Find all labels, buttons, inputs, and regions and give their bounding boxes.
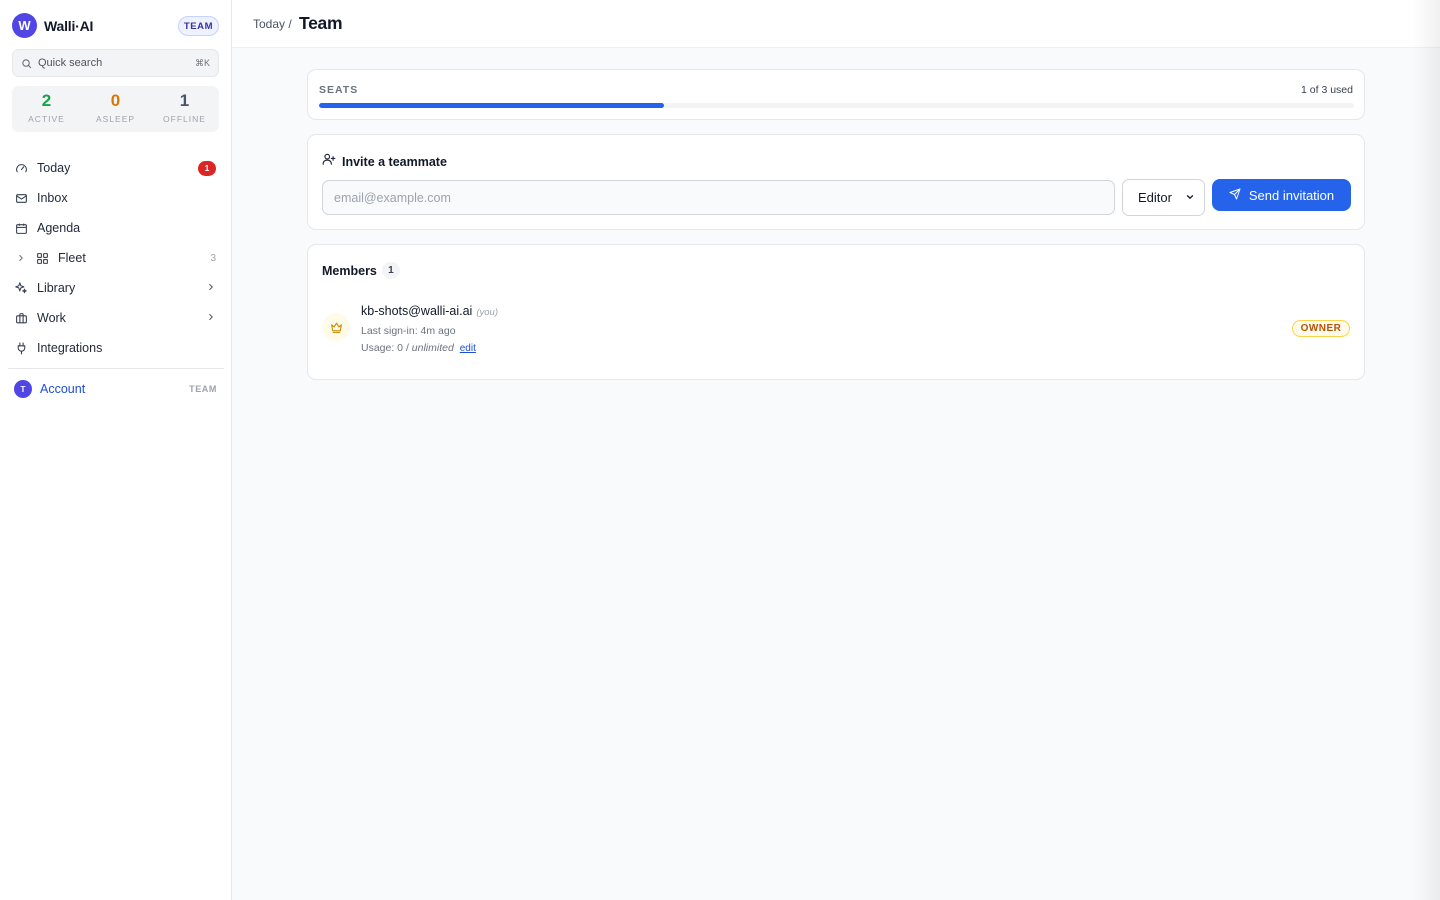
plug-icon (14, 341, 28, 355)
edge-shadow (1412, 0, 1440, 900)
sidebar-item-inbox[interactable]: Inbox (0, 183, 231, 213)
sidebar-item-agenda[interactable]: Agenda (0, 213, 231, 243)
invite-title-text: Invite a teammate (342, 154, 447, 169)
send-icon (1229, 188, 1241, 203)
brand[interactable]: W Walli·AI (12, 13, 93, 38)
member-last-signin: Last sign-in: 4m ago (361, 325, 456, 337)
sidebar-item-library[interactable]: Library (0, 273, 231, 303)
crown-icon (322, 313, 350, 341)
chevron-right-icon (206, 281, 216, 295)
invite-title: Invite a teammate (322, 152, 447, 171)
account-label: Account (40, 382, 86, 396)
sidebar-item-label: Integrations (37, 341, 103, 355)
sidebar: W Walli·AI TEAM Quick search ⌘K 2 ACTIVE… (0, 0, 232, 900)
stat-asleep-label: ASLEEP (95, 114, 136, 124)
members-card: Members 1 kb-shots@walli-ai.ai (you) Last… (307, 244, 1365, 380)
page-title: Team (299, 13, 343, 33)
search-icon (22, 58, 32, 68)
chevron-right-icon (206, 311, 216, 325)
stat-active-label: ACTIVE (28, 114, 65, 124)
seats-used: 1 of 3 used (1301, 84, 1353, 96)
sparkles-icon (14, 281, 28, 295)
stat-asleep-value: 0 (110, 91, 121, 110)
brand-name: Walli·AI (44, 17, 94, 34)
sidebar-item-fleet[interactable]: Fleet 3 (0, 243, 231, 273)
sidebar-item-today[interactable]: Today 1 (0, 153, 231, 183)
seats-progress-fill (319, 103, 664, 108)
sidebar-nav: Today 1 Inbox Agenda Fleet 3 Library Wor… (0, 153, 231, 363)
role-select[interactable]: Editor (1122, 179, 1205, 216)
members-header: Members 1 (322, 262, 400, 279)
edit-usage-link[interactable]: edit (460, 343, 476, 354)
send-invitation-button[interactable]: Send invitation (1212, 179, 1351, 211)
invite-card: Invite a teammate Editor Send invitation (307, 134, 1365, 230)
seats-title: SEATS (319, 84, 359, 96)
search-placeholder: Quick search (38, 57, 103, 69)
breadcrumb[interactable]: Today / (253, 17, 292, 31)
role-select-value: Editor (1138, 190, 1172, 205)
user-plus-icon (322, 152, 336, 171)
seats-progress (319, 103, 1354, 108)
sidebar-item-label: Inbox (37, 191, 68, 205)
chevron-right-icon[interactable] (14, 251, 28, 265)
email-field[interactable] (322, 180, 1115, 215)
member-usage-prefix: Usage: 0 / (361, 342, 409, 354)
calendar-icon (14, 221, 28, 235)
members-count: 1 (381, 262, 400, 279)
sidebar-item-label: Today (37, 161, 71, 175)
role-badge: OWNER (1292, 320, 1350, 337)
member-you-label: (you) (476, 307, 498, 318)
top-bar: Today / Team (232, 0, 1440, 48)
search-shortcut: ⌘K (194, 57, 210, 68)
sidebar-item-label: Agenda (37, 221, 81, 235)
sidebar-item-work[interactable]: Work (0, 303, 231, 333)
account-plan: TEAM (189, 384, 217, 394)
sidebar-item-label: Fleet (58, 251, 86, 265)
grid-icon (35, 251, 49, 265)
chevron-down-icon (1185, 190, 1195, 205)
stat-active-value: 2 (41, 91, 52, 110)
sidebar-item-label: Work (37, 311, 66, 325)
status-stats: 2 ACTIVE 0 ASLEEP 1 OFFLINE (12, 86, 219, 132)
member-usage-limit: unlimited (411, 342, 454, 354)
stat-active[interactable]: 2 ACTIVE (12, 86, 81, 132)
plan-badge: TEAM (178, 16, 219, 36)
quick-search[interactable]: Quick search ⌘K (12, 49, 219, 77)
sidebar-item-integrations[interactable]: Integrations (0, 333, 231, 363)
member-usage: Usage: 0 / unlimited edit (361, 342, 476, 354)
stat-offline-value: 1 (179, 91, 190, 110)
brand-logo: W (12, 13, 37, 38)
member-email: kb-shots@walli-ai.ai (361, 304, 473, 318)
avatar: T (14, 380, 32, 398)
seats-card: SEATS 1 of 3 used (307, 69, 1365, 120)
sidebar-item-label: Library (37, 281, 76, 295)
stat-offline-label: OFFLINE (163, 114, 206, 124)
notification-badge: 1 (198, 160, 216, 176)
stat-offline[interactable]: 1 OFFLINE (150, 86, 219, 132)
mail-icon (14, 191, 28, 205)
sidebar-divider (8, 368, 224, 369)
sidebar-item-account[interactable]: T Account TEAM (14, 380, 217, 398)
speedometer-icon (14, 161, 28, 175)
list-item: kb-shots@walli-ai.ai (you) (361, 304, 498, 318)
stat-asleep[interactable]: 0 ASLEEP (81, 86, 150, 132)
members-title: Members (322, 263, 377, 278)
fleet-count: 3 (210, 252, 216, 264)
send-invitation-label: Send invitation (1248, 187, 1335, 203)
briefcase-icon (14, 311, 28, 325)
